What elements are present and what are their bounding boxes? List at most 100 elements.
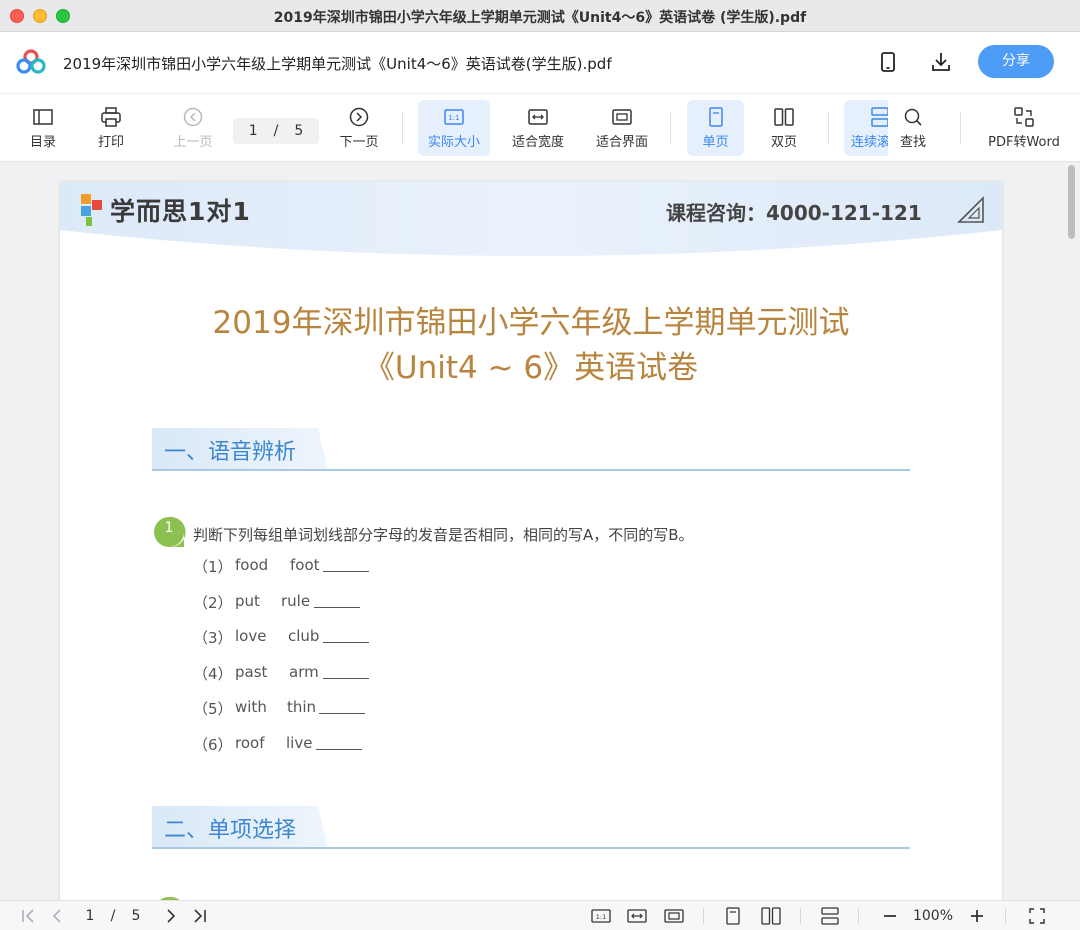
item-number: （1） bbox=[193, 558, 233, 576]
item-number: （2） bbox=[193, 594, 233, 612]
vertical-scrollbar[interactable] bbox=[1068, 165, 1075, 239]
zoom-in-button[interactable] bbox=[967, 906, 987, 926]
bottom-page-separator: / bbox=[110, 908, 116, 924]
double-page-button[interactable]: 双页 bbox=[757, 100, 811, 156]
last-page-button[interactable] bbox=[190, 906, 208, 926]
fit-page-icon bbox=[664, 909, 684, 923]
total-pages: 5 bbox=[294, 123, 304, 139]
section-title: 二、单项选择 bbox=[164, 818, 297, 843]
fit-page-small-button[interactable] bbox=[663, 906, 685, 926]
answer-blank bbox=[323, 678, 369, 679]
word-a: with bbox=[235, 698, 267, 716]
fit-page-button[interactable]: 适合界面 bbox=[586, 100, 658, 156]
continuous-scroll-label: 连续滚 bbox=[851, 135, 888, 150]
brand-name: 学而思1对1 bbox=[110, 197, 251, 226]
fit-width-label: 适合宽度 bbox=[511, 135, 564, 150]
list-item: （5） with thin bbox=[193, 698, 365, 719]
item-number: （3） bbox=[193, 629, 233, 647]
current-page: 1 bbox=[248, 123, 258, 139]
next-page-button[interactable]: 下一页 bbox=[332, 100, 386, 156]
single-page-button[interactable]: 单页 bbox=[687, 100, 744, 156]
bottom-divider bbox=[703, 908, 704, 924]
fit-width-small-button[interactable] bbox=[626, 906, 648, 926]
continuous-scroll-icon bbox=[821, 907, 839, 925]
fit-width-button[interactable]: 适合宽度 bbox=[502, 100, 574, 156]
download-icon[interactable] bbox=[929, 50, 953, 74]
answer-blank bbox=[323, 571, 369, 572]
continuous-scroll-button[interactable]: 连续滚 bbox=[844, 100, 888, 156]
prev-page-button[interactable]: 上一页 bbox=[166, 100, 220, 156]
file-header: 2019年深圳市锦田小学六年级上学期单元测试《Unit4～6》英语试卷(学生版)… bbox=[0, 32, 1080, 94]
convert-icon bbox=[1014, 107, 1034, 127]
zoom-level[interactable]: 100% bbox=[910, 906, 956, 926]
app-window: 2019年深圳市锦田小学六年级上学期单元测试《Unit4～6》英语试卷 (学生版… bbox=[0, 0, 1080, 930]
section-rule bbox=[152, 469, 910, 471]
section-heading-phonetics: 一、语音辨析 bbox=[152, 428, 912, 472]
single-page-small-button[interactable] bbox=[723, 906, 743, 926]
continuous-small-button[interactable] bbox=[819, 906, 841, 926]
list-item: （2） put rule bbox=[193, 592, 360, 613]
section-heading-single-choice: 二、单项选择 bbox=[152, 806, 912, 850]
single-page-icon bbox=[708, 107, 723, 127]
answer-blank bbox=[323, 642, 369, 643]
toolbar: 目录 打印 上一页 1 / 5 下一页 1:1 实际大小 适合宽度 适合界面 单页 … bbox=[0, 94, 1080, 162]
prev-page-small-button[interactable] bbox=[48, 906, 66, 926]
toc-label: 目录 bbox=[29, 135, 56, 150]
page-header-banner: 学而思1对1 课程咨询：4000-121-121 bbox=[60, 182, 1002, 266]
page-separator: / bbox=[273, 123, 279, 139]
plus-icon bbox=[971, 910, 983, 922]
next-page-label: 下一页 bbox=[339, 135, 379, 150]
last-page-icon bbox=[194, 909, 206, 923]
fit-page-icon bbox=[612, 109, 632, 125]
list-item: （1） food foot bbox=[193, 556, 369, 577]
find-label: 查找 bbox=[899, 135, 926, 150]
document-viewport[interactable]: 学而思1对1 课程咨询：4000-121-121 2019年深圳市锦田小学六年级… bbox=[0, 162, 1080, 900]
page-number-input[interactable]: 1 / 5 bbox=[233, 118, 319, 144]
fit-width-icon bbox=[627, 909, 647, 923]
list-item: （6） roof live bbox=[193, 734, 362, 755]
printer-icon bbox=[101, 107, 121, 127]
window-title: 2019年深圳市锦田小学六年级上学期单元测试《Unit4～6》英语试卷 (学生版… bbox=[273, 10, 807, 26]
chevron-right-circle-icon bbox=[349, 107, 369, 127]
svg-text:1:1: 1:1 bbox=[448, 114, 459, 122]
print-button[interactable]: 打印 bbox=[86, 100, 136, 156]
sidebar-icon bbox=[33, 109, 53, 125]
bottom-total-pages: 5 bbox=[131, 908, 141, 924]
first-page-icon bbox=[22, 909, 34, 923]
chevron-left-icon bbox=[52, 909, 61, 923]
question-number: 1 bbox=[164, 520, 174, 536]
actual-size-icon: 1:1 bbox=[591, 909, 611, 923]
next-page-small-button[interactable] bbox=[162, 906, 180, 926]
chevron-right-icon bbox=[167, 909, 176, 923]
actual-size-small-button[interactable]: 1:1 bbox=[590, 906, 612, 926]
bottom-divider bbox=[1005, 908, 1006, 924]
section-title: 一、语音辨析 bbox=[164, 440, 297, 465]
document-title-line2: 《Unit4 ~ 6》英语试卷 bbox=[363, 350, 699, 386]
share-button[interactable]: 分享 bbox=[978, 45, 1054, 78]
actual-size-button[interactable]: 1:1 实际大小 bbox=[418, 100, 490, 156]
document-title-line1: 2019年深圳市锦田小学六年级上学期单元测试 bbox=[212, 305, 850, 341]
toc-button[interactable]: 目录 bbox=[18, 100, 68, 156]
pdf-to-word-label: PDF转Word bbox=[988, 135, 1060, 150]
item-number: （6） bbox=[193, 736, 233, 754]
first-page-button[interactable] bbox=[20, 906, 38, 926]
list-item: （4） past arm bbox=[193, 663, 369, 684]
minus-icon bbox=[884, 915, 896, 917]
list-item: （3） love club bbox=[193, 627, 369, 648]
toolbar-divider bbox=[960, 112, 961, 144]
zoom-out-button[interactable] bbox=[880, 906, 900, 926]
pdf-to-word-button[interactable]: PDF转Word bbox=[980, 100, 1068, 156]
bottom-current-page: 1 bbox=[85, 908, 95, 924]
bottom-divider bbox=[800, 908, 801, 924]
answer-blank bbox=[316, 749, 362, 750]
phone-icon[interactable] bbox=[876, 50, 900, 74]
svg-text:1:1: 1:1 bbox=[596, 913, 606, 921]
question-instruction: 判断下列每组单词划线部分字母的发音是否相同，相同的写A，不同的写B。 bbox=[193, 526, 694, 544]
word-b: live bbox=[286, 734, 313, 752]
fullscreen-button[interactable] bbox=[1027, 906, 1047, 926]
double-page-small-button[interactable] bbox=[760, 906, 782, 926]
word-a: roof bbox=[235, 734, 265, 752]
find-button[interactable]: 查找 bbox=[890, 100, 936, 156]
toolbar-divider bbox=[402, 112, 403, 144]
actual-size-icon: 1:1 bbox=[444, 109, 464, 125]
